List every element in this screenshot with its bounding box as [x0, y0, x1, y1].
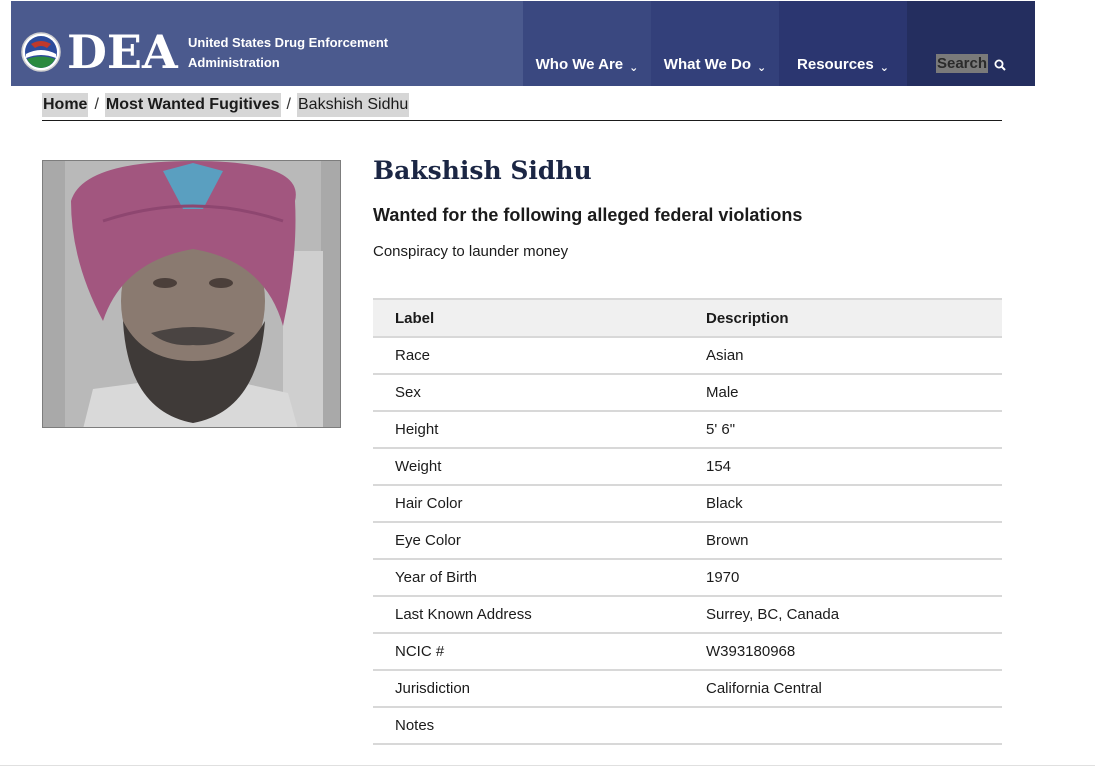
row-value: Black	[684, 485, 1002, 523]
row-label: Last Known Address	[373, 596, 684, 634]
site-header: DEA United States Drug Enforcement Admin…	[11, 1, 1035, 86]
agency-name-line1: United States Drug Enforcement	[188, 35, 389, 50]
column-header-description: Description	[684, 298, 1002, 338]
row-value: 5' 6"	[684, 411, 1002, 449]
fugitive-details-table: Label Description Race Asian Sex Male Heig…	[373, 298, 1002, 745]
row-label: Hair Color	[373, 485, 684, 523]
breadcrumb-most-wanted[interactable]: Most Wanted Fugitives	[104, 93, 281, 117]
search-button[interactable]: Search	[907, 1, 1035, 86]
breadcrumb-home[interactable]: Home	[42, 93, 89, 117]
row-value	[684, 707, 1002, 745]
row-label: Notes	[373, 707, 684, 745]
table-row: Height 5' 6"	[373, 411, 1002, 449]
chevron-down-icon: ⌄	[757, 62, 767, 74]
table-row: Sex Male	[373, 374, 1002, 412]
row-label: Race	[373, 337, 684, 375]
column-header-label: Label	[373, 298, 684, 338]
nav-label: Who We Are	[535, 56, 624, 73]
breadcrumb: Home / Most Wanted Fugitives / Bakshish …	[42, 93, 1002, 121]
chevron-down-icon: ⌄	[879, 62, 889, 74]
fugitive-photo	[42, 160, 341, 428]
violation-text: Conspiracy to launder money	[373, 243, 569, 260]
table-row: Race Asian	[373, 337, 1002, 375]
row-label: Eye Color	[373, 522, 684, 560]
table-row: Last Known Address Surrey, BC, Canada	[373, 596, 1002, 634]
row-label: Sex	[373, 374, 684, 412]
agency-name-line2: Administration	[188, 55, 280, 70]
row-value: W393180968	[684, 633, 1002, 671]
chevron-down-icon: ⌄	[629, 62, 639, 74]
nav-what-we-do[interactable]: What We Do ⌄	[651, 1, 779, 86]
nav-who-we-are[interactable]: Who We Are ⌄	[523, 1, 651, 86]
breadcrumb-separator: /	[286, 96, 291, 113]
dea-logo[interactable]: DEA	[21, 29, 178, 75]
table-row: NCIC # W393180968	[373, 633, 1002, 671]
row-label: NCIC #	[373, 633, 684, 671]
row-label: Jurisdiction	[373, 670, 684, 708]
agency-name: United States Drug Enforcement Administr…	[188, 33, 388, 73]
nav-label: What We Do	[663, 56, 751, 73]
violations-heading: Wanted for the following alleged federal…	[373, 205, 803, 225]
table-row: Hair Color Black	[373, 485, 1002, 523]
table-header-row: Label Description	[373, 298, 1002, 338]
row-value: Male	[684, 374, 1002, 412]
page-bottom-divider	[0, 765, 1095, 766]
fugitive-portrait	[43, 161, 340, 427]
search-icon	[994, 59, 1006, 71]
table-row: Notes	[373, 707, 1002, 745]
breadcrumb-separator: /	[94, 96, 99, 113]
row-label: Year of Birth	[373, 559, 684, 597]
row-value: 154	[684, 448, 1002, 486]
row-label: Height	[373, 411, 684, 449]
row-value: Surrey, BC, Canada	[684, 596, 1002, 634]
row-value: Asian	[684, 337, 1002, 375]
table-row: Year of Birth 1970	[373, 559, 1002, 597]
table-row: Weight 154	[373, 448, 1002, 486]
row-label: Weight	[373, 448, 684, 486]
row-value: Brown	[684, 522, 1002, 560]
nav-resources[interactable]: Resources ⌄	[779, 1, 907, 86]
table-row: Eye Color Brown	[373, 522, 1002, 560]
dea-seal-icon	[21, 32, 61, 72]
row-value: California Central	[684, 670, 1002, 708]
dea-wordmark: DEA	[67, 25, 178, 79]
row-value: 1970	[684, 559, 1002, 597]
fugitive-name: Bakshish Sidhu	[373, 156, 592, 185]
search-label: Search	[935, 54, 989, 73]
breadcrumb-current: Bakshish Sidhu	[297, 93, 410, 117]
table-row: Jurisdiction California Central	[373, 670, 1002, 708]
nav-label: Resources	[797, 56, 874, 73]
